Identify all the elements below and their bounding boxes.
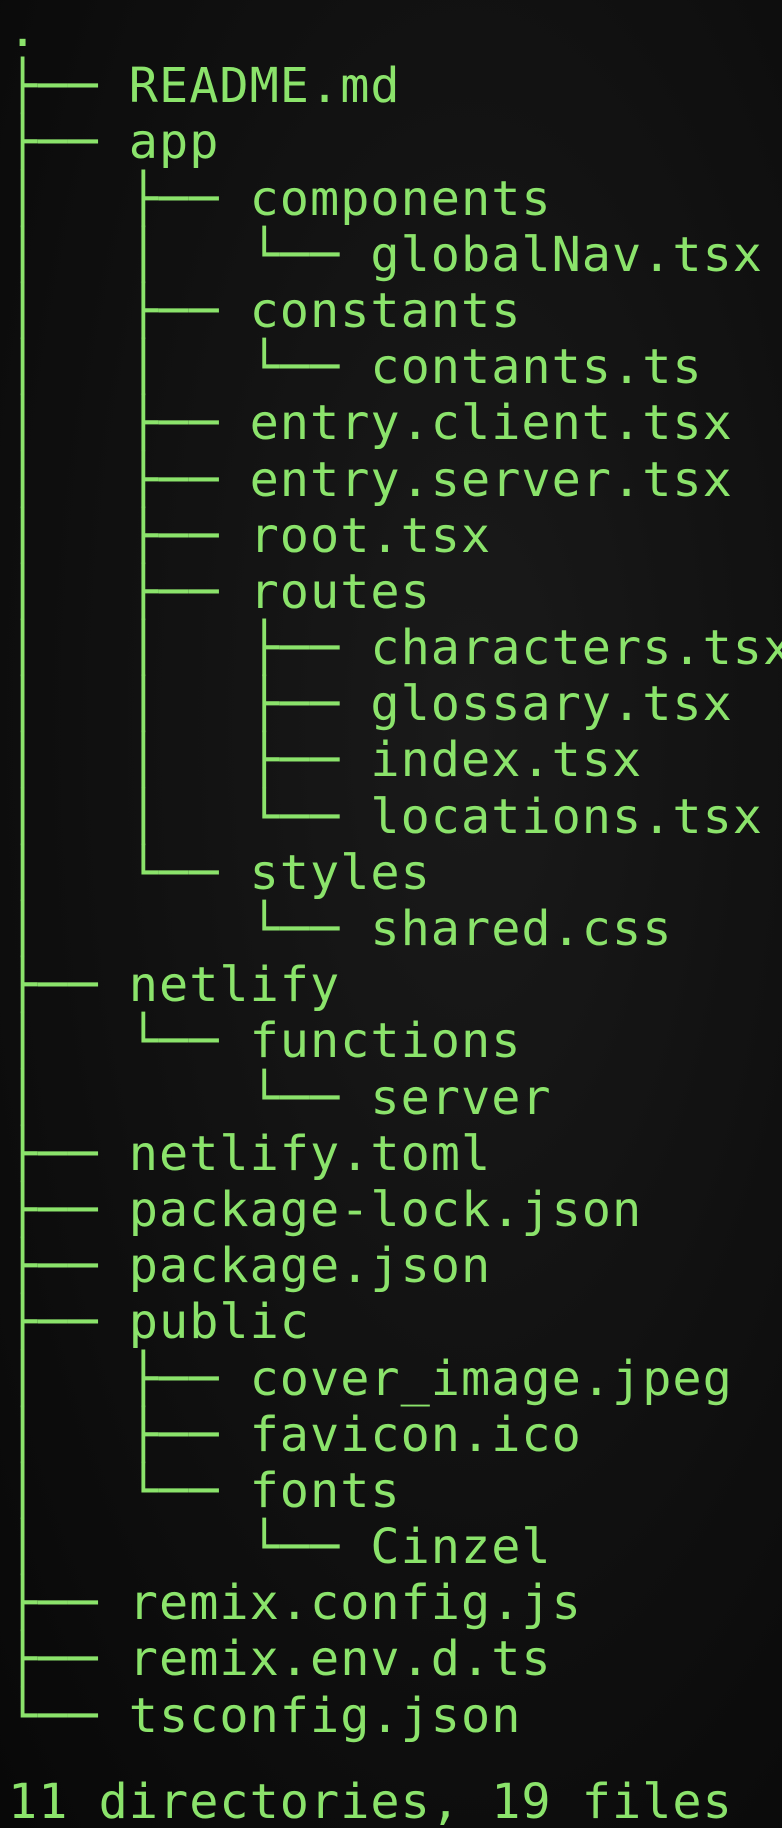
tree-summary: 11 directories, 19 files (8, 1774, 733, 1828)
tree-line: ├── netlify.toml (8, 1125, 492, 1182)
tree-line: ├── remix.env.d.ts (8, 1631, 552, 1688)
tree-line: │ │ └── contants.ts (8, 339, 703, 396)
tree-line: │ ├── components (8, 170, 552, 227)
tree-line: │ └── Cinzel (8, 1519, 552, 1576)
tree-line: │ └── server (8, 1069, 552, 1126)
tree-line: ├── package-lock.json (8, 1181, 643, 1238)
tree-line: ├── netlify (8, 957, 341, 1014)
tree-line: │ └── fonts (8, 1462, 401, 1519)
tree-line: │ │ ├── index.tsx (8, 732, 643, 789)
directory-tree: . ├── README.md ├── app │ ├── components │ │… (8, 2, 782, 1744)
tree-line: │ │ └── globalNav.tsx (8, 226, 763, 283)
tree-line: │ │ ├── glossary.tsx (8, 676, 733, 733)
tree-line: │ └── styles (8, 844, 431, 901)
tree-line: │ ├── favicon.ico (8, 1406, 582, 1463)
tree-line: └── tsconfig.json (8, 1687, 522, 1744)
tree-line: │ └── functions (8, 1013, 522, 1070)
tree-line: │ ├── constants (8, 282, 522, 339)
terminal-window: . ├── README.md ├── app │ ├── components │ │… (0, 0, 782, 1828)
tree-line: │ │ ├── characters.tsx (8, 620, 782, 677)
tree-line: │ ├── root.tsx (8, 507, 492, 564)
tree-line: │ ├── cover_image.jpeg (8, 1350, 733, 1407)
tree-line: │ ├── entry.client.tsx (8, 395, 733, 452)
tree-line: ├── app (8, 114, 220, 171)
tree-line: │ │ └── locations.tsx (8, 788, 763, 845)
tree-line: │ ├── entry.server.tsx (8, 451, 733, 508)
tree-line: ├── package.json (8, 1238, 492, 1295)
tree-line: │ ├── routes (8, 563, 431, 620)
tree-line: . (8, 2, 39, 58)
tree-line: │ └── shared.css (8, 901, 673, 957)
tree-line: ├── README.md (8, 58, 401, 115)
tree-line: ├── remix.config.js (8, 1575, 582, 1632)
tree-line: ├── public (8, 1294, 310, 1351)
